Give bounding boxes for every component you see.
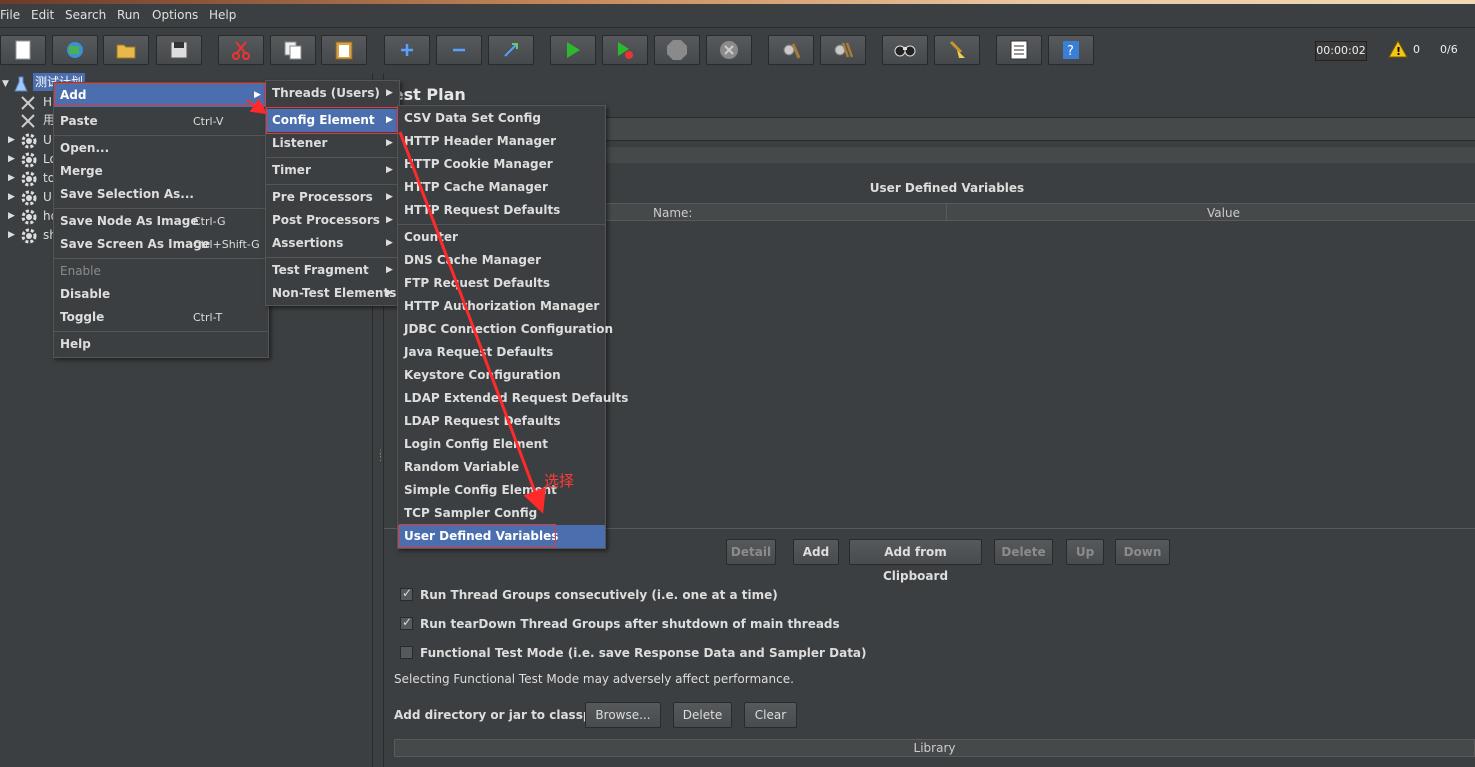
annotation-note: 选择 [544, 472, 575, 490]
annotation-arrows [246, 98, 546, 514]
